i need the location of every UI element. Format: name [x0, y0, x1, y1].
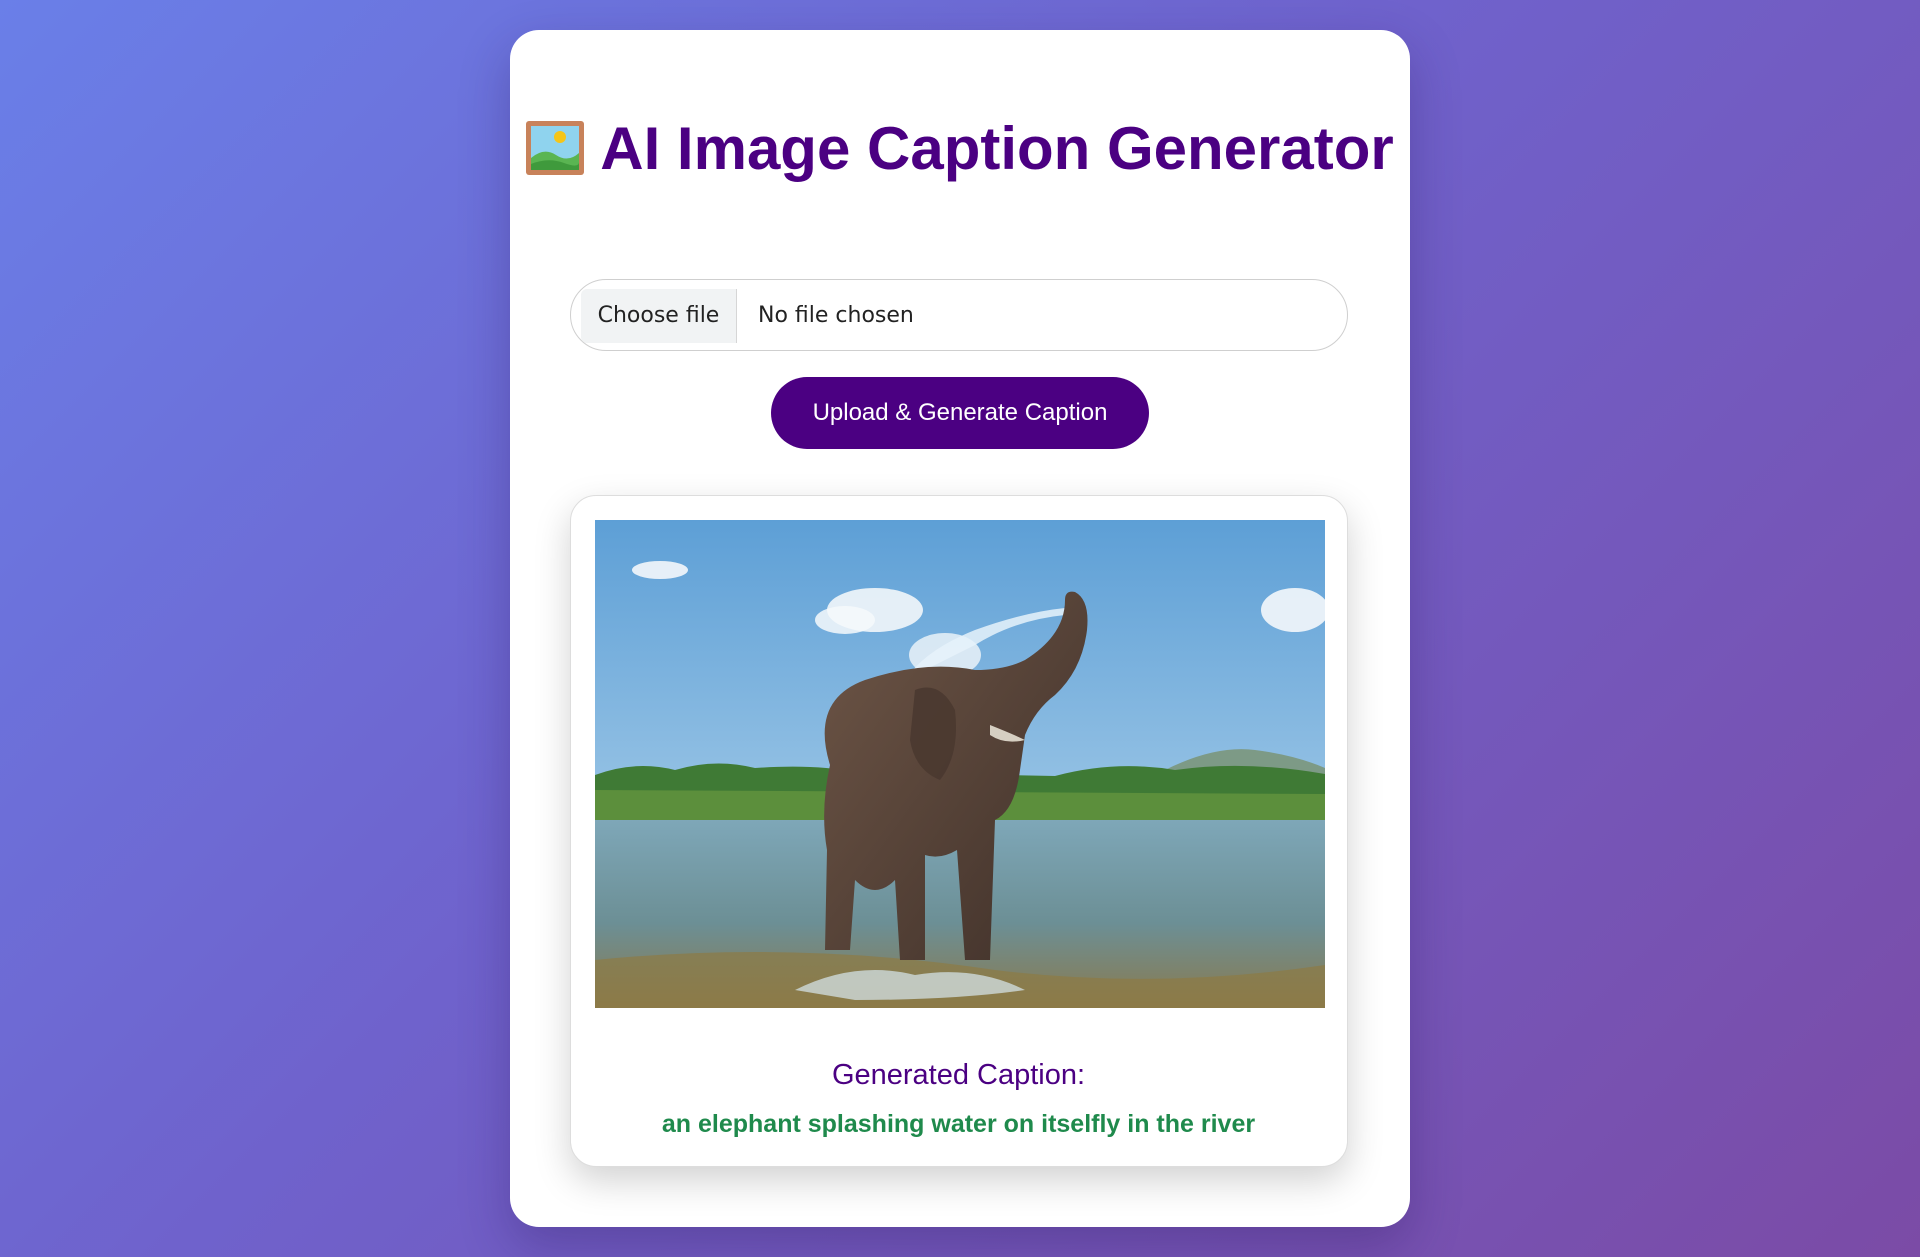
file-status-text: No file chosen [758, 303, 914, 328]
generated-caption: an elephant splashing water on itselfly … [661, 1110, 1256, 1138]
page-title: AI Image Caption Generator [510, 112, 1410, 186]
page-title-text: AI Image Caption Generator [600, 115, 1394, 182]
caption-heading: Generated Caption: [831, 1059, 1086, 1091]
upload-generate-button[interactable]: Upload & Generate Caption [771, 377, 1149, 449]
elephant-photo [595, 520, 1325, 1008]
choose-file-button[interactable]: Choose file [581, 289, 737, 343]
framed-picture-icon [526, 121, 585, 175]
file-input[interactable]: Choose file No file chosen [570, 279, 1348, 351]
uploaded-image [595, 520, 1325, 1008]
result-panel: Generated Caption: an elephant splashing… [570, 495, 1348, 1167]
caption-generator-card: AI Image Caption Generator Choose file N… [510, 30, 1410, 1227]
